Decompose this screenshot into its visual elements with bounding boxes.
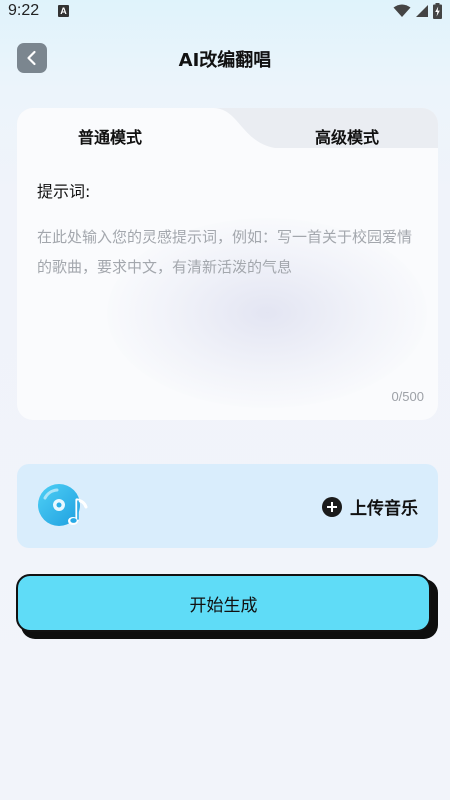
status-icons — [393, 3, 442, 19]
char-counter: 0/500 — [391, 389, 424, 404]
prompt-label: 提示词: — [37, 182, 91, 201]
upload-music-button[interactable]: 上传音乐 — [322, 494, 418, 519]
battery-charging-icon — [433, 3, 442, 19]
status-bar: 9:22 A — [0, 0, 450, 24]
notification-a-icon: A — [58, 5, 69, 17]
prompt-card: 普通模式 高级模式 提示词: 0/500 — [17, 108, 438, 420]
tab-normal-mode[interactable]: 普通模式 — [17, 124, 203, 148]
page-title: AI改编翻唱 — [178, 50, 272, 71]
upload-music-label: 上传音乐 — [350, 499, 418, 519]
start-generate-button[interactable]: 开始生成 — [16, 574, 431, 632]
music-disc-icon — [38, 484, 88, 526]
upload-music-card: 上传音乐 — [17, 464, 438, 548]
status-time: 9:22 — [8, 2, 40, 19]
cellular-signal-icon — [416, 5, 428, 17]
wifi-icon — [393, 4, 411, 17]
prompt-input[interactable] — [37, 222, 422, 382]
plus-circle-icon — [322, 496, 342, 517]
tab-advanced-mode[interactable]: 高级模式 — [267, 124, 427, 148]
